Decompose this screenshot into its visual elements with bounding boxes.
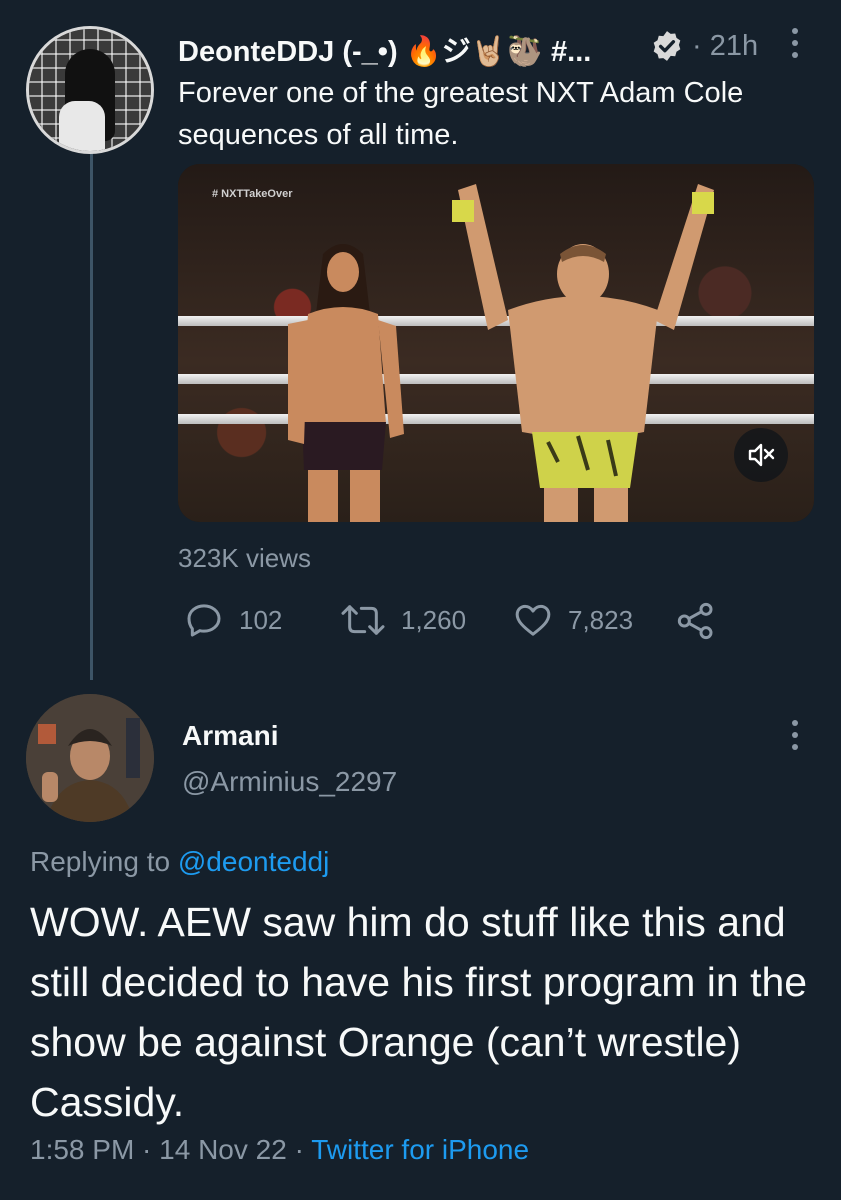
reply-handle[interactable]: @Arminius_2297	[182, 766, 397, 798]
tweet-timestamp[interactable]: 1:58 PM · 14 Nov 22 ·	[30, 1134, 304, 1165]
replying-to-label: Replying to	[30, 846, 171, 877]
reply-display-name[interactable]: Armani	[182, 720, 278, 752]
parent-author-avatar[interactable]	[26, 26, 154, 154]
retweet-icon	[341, 605, 385, 635]
video-view-count: 323K views	[178, 543, 311, 573]
reply-count: 102	[239, 604, 283, 635]
verified-badge-icon	[653, 31, 681, 61]
parent-tweet-text: Forever one of the greatest NXT Adam Col…	[178, 77, 744, 151]
retweet-count: 1,260	[401, 604, 467, 635]
tweet-video-media[interactable]: # NXTTakeOver	[178, 164, 814, 522]
share-icon[interactable]	[676, 601, 716, 641]
more-vertical-icon[interactable]	[789, 718, 801, 752]
reply-action[interactable]: 102	[183, 600, 282, 640]
thread-connector-line	[90, 150, 93, 680]
parent-display-name[interactable]: DeonteDDJ (-_•) 🔥ジ🤘🏼🦥 #...	[178, 28, 591, 70]
like-action[interactable]: 7,823	[512, 600, 633, 640]
avatar-portrait	[26, 694, 154, 822]
tweet-meta-line: 1:58 PM · 14 Nov 22 · Twitter for iPhone	[30, 1134, 529, 1166]
tweet-source-link[interactable]: Twitter for iPhone	[311, 1134, 529, 1165]
reply-tweet-text: WOW. AEW saw him do stuff like this and …	[30, 899, 808, 1125]
reply-author-avatar[interactable]	[26, 694, 154, 822]
avatar-figure-shirt	[59, 101, 105, 151]
parent-relative-time[interactable]: · 21h	[692, 30, 758, 63]
replying-to-mention[interactable]: @deonteddj	[178, 846, 329, 877]
speaker-muted-icon	[748, 443, 775, 467]
like-count: 7,823	[568, 604, 634, 635]
reply-bubble-icon	[187, 604, 221, 637]
retweet-action[interactable]: 1,260	[339, 600, 466, 640]
replying-to-line: Replying to @deonteddj	[30, 846, 329, 878]
more-vertical-icon[interactable]	[789, 26, 801, 60]
wrestler-left-figure	[288, 244, 404, 522]
video-mute-button[interactable]	[734, 428, 788, 482]
video-hashtag-overlay: # NXTTakeOver	[212, 188, 293, 200]
wrestler-right-figure	[452, 184, 714, 522]
heart-icon	[515, 604, 551, 636]
